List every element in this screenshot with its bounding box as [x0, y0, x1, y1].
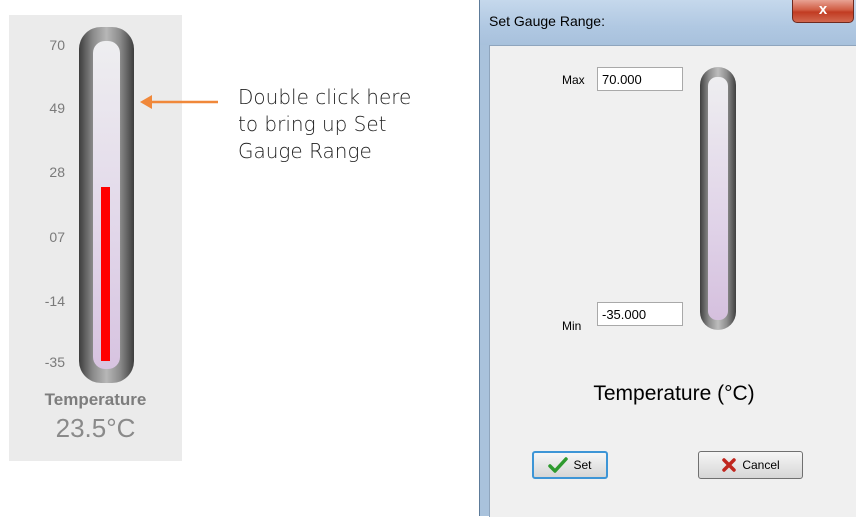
gauge-tube[interactable] [79, 27, 134, 383]
tick-label: 28 [49, 164, 65, 180]
annotation-line: Gauge Range [238, 139, 372, 163]
dialog-body: Max Min Temperature (°C) Set Cancel [489, 45, 856, 517]
gauge-panel[interactable]: 70 49 28 07 -14 -35 Temperature 23.5°C [9, 15, 182, 461]
tick-label: -35 [44, 354, 65, 370]
cancel-button-label: Cancel [742, 458, 780, 472]
set-gauge-range-dialog: Set Gauge Range: x Max Min Temperature (… [479, 0, 856, 517]
annotation-line: to bring up Set [238, 112, 387, 136]
min-label: Min [562, 319, 582, 333]
annotation-line: Double click here [238, 85, 412, 109]
tick-label: 07 [49, 229, 65, 245]
cancel-button[interactable]: Cancel [698, 451, 803, 479]
gauge-tube-inner [93, 41, 120, 369]
gauge-label: Temperature [44, 390, 147, 409]
close-icon: x [818, 1, 828, 18]
dialog-title: Set Gauge Range: [489, 13, 605, 29]
set-button[interactable]: Set [532, 451, 608, 479]
annotation-text: Double click here to bring up Set Gauge … [238, 84, 438, 165]
dialog-titlebar[interactable]: Set Gauge Range: x [480, 0, 856, 45]
checkmark-icon [548, 457, 569, 473]
tick-label: 70 [49, 37, 65, 53]
x-icon [722, 458, 737, 472]
range-gauge-tube-inner [708, 77, 728, 320]
arrow-icon [140, 95, 218, 109]
gauge-value: 23.5°C [55, 413, 136, 443]
tick-label: -14 [44, 293, 65, 309]
close-button[interactable]: x [792, 0, 854, 23]
gauge-fill [101, 187, 110, 361]
min-input[interactable] [597, 302, 683, 326]
range-gauge-tube [700, 67, 736, 330]
max-input[interactable] [597, 67, 683, 91]
max-label: Max [562, 73, 585, 87]
set-button-label: Set [573, 458, 592, 472]
tick-label: 49 [49, 100, 65, 116]
dialog-gauge-title: Temperature (°C) [593, 382, 755, 405]
